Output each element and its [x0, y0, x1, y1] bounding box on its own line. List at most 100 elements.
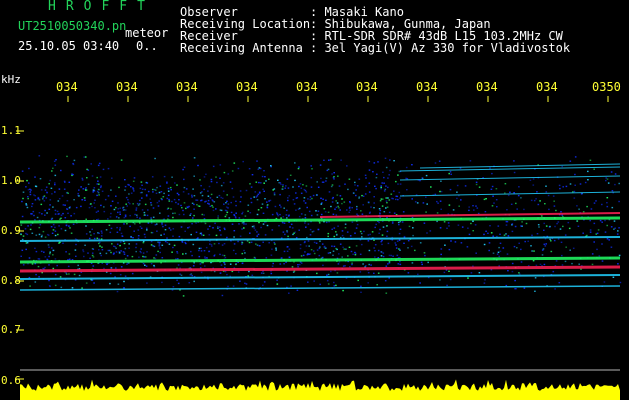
noise-speckle	[614, 183, 616, 186]
noise-speckle	[434, 162, 437, 164]
noise-speckle	[368, 212, 371, 214]
noise-speckle	[485, 230, 487, 232]
noise-speckle	[560, 211, 562, 213]
noise-speckle	[321, 202, 323, 204]
noise-speckle	[30, 189, 32, 191]
noise-speckle	[285, 185, 287, 187]
noise-speckle	[390, 254, 392, 257]
noise-speckle	[470, 272, 473, 274]
noise-speckle	[218, 242, 220, 245]
noise-speckle	[232, 196, 235, 198]
noise-speckle	[483, 282, 486, 284]
noise-speckle	[539, 263, 542, 266]
noise-speckle	[84, 199, 86, 201]
noise-speckle	[491, 172, 493, 175]
noise-speckle	[21, 170, 24, 172]
noise-speckle	[234, 216, 237, 218]
noise-speckle	[354, 184, 356, 186]
noise-speckle	[349, 266, 351, 268]
noise-speckle	[365, 265, 367, 267]
noise-speckle	[373, 162, 376, 164]
noise-speckle	[54, 230, 57, 232]
noise-speckle	[271, 248, 273, 250]
noise-speckle	[360, 210, 362, 212]
noise-speckle	[49, 251, 51, 253]
noise-speckle	[97, 188, 100, 191]
noise-speckle	[223, 254, 226, 257]
noise-speckle	[65, 192, 68, 194]
noise-speckle	[66, 200, 69, 202]
noise-speckle	[241, 213, 243, 215]
noise-speckle	[235, 263, 237, 266]
noise-speckle	[149, 198, 151, 200]
noise-speckle	[507, 194, 510, 197]
noise-speckle	[58, 213, 60, 215]
noise-speckle	[286, 217, 288, 219]
noise-speckle	[472, 220, 474, 222]
noise-speckle	[310, 186, 313, 188]
noise-speckle	[310, 177, 313, 179]
noise-speckle	[185, 207, 187, 210]
noise-speckle	[98, 232, 100, 234]
noise-speckle	[262, 188, 264, 190]
noise-speckle	[298, 215, 301, 218]
noise-speckle	[242, 160, 244, 163]
noise-speckle	[130, 236, 132, 238]
noise-speckle	[100, 185, 102, 187]
noise-speckle	[543, 263, 546, 266]
noise-speckle	[22, 264, 25, 266]
noise-speckle	[219, 226, 221, 228]
noise-speckle	[315, 210, 317, 212]
noise-speckle	[137, 237, 140, 240]
carrier-band	[319, 212, 621, 218]
noise-speckle	[89, 231, 91, 233]
noise-speckle	[124, 214, 127, 216]
noise-speckle	[204, 222, 207, 225]
noise-speckle	[21, 200, 23, 203]
noise-speckle	[421, 263, 423, 266]
noise-speckle	[392, 255, 394, 257]
noise-speckle	[200, 250, 203, 252]
noise-speckle	[26, 179, 28, 182]
noise-speckle	[326, 280, 329, 282]
noise-speckle	[60, 169, 62, 172]
noise-speckle	[35, 250, 38, 253]
noise-speckle	[145, 195, 148, 197]
noise-speckle	[561, 165, 563, 168]
noise-speckle	[378, 208, 381, 210]
noise-speckle	[241, 228, 243, 230]
noise-speckle	[292, 199, 295, 201]
noise-speckle	[98, 162, 101, 165]
noise-speckle	[395, 244, 397, 246]
noise-speckle	[311, 168, 313, 170]
noise-speckle	[100, 254, 102, 257]
noise-speckle	[574, 156, 577, 158]
noise-speckle	[529, 179, 532, 181]
noise-speckle	[244, 282, 246, 284]
noise-speckle	[83, 156, 85, 158]
noise-speckle	[525, 222, 528, 225]
noise-speckle	[124, 247, 127, 250]
noise-speckle	[83, 197, 86, 199]
noise-speckle	[176, 252, 179, 254]
noise-speckle	[53, 160, 56, 162]
noise-speckle	[116, 231, 119, 233]
noise-speckle	[385, 166, 388, 169]
noise-speckle	[491, 205, 494, 207]
noise-speckle	[332, 254, 334, 256]
noise-speckle	[606, 238, 609, 240]
noise-speckle	[96, 176, 98, 179]
noise-speckle	[153, 264, 155, 267]
noise-speckle	[323, 159, 325, 161]
noise-speckle	[395, 247, 398, 249]
noise-speckle	[178, 213, 181, 216]
noise-speckle	[262, 212, 265, 214]
noise-speckle	[280, 183, 282, 186]
noise-speckle	[74, 249, 77, 251]
noise-speckle	[117, 208, 120, 210]
noise-speckle	[250, 241, 253, 243]
noise-speckle	[257, 168, 260, 170]
noise-speckle	[90, 234, 92, 236]
noise-speckle	[335, 200, 337, 202]
noise-speckle	[195, 231, 198, 233]
